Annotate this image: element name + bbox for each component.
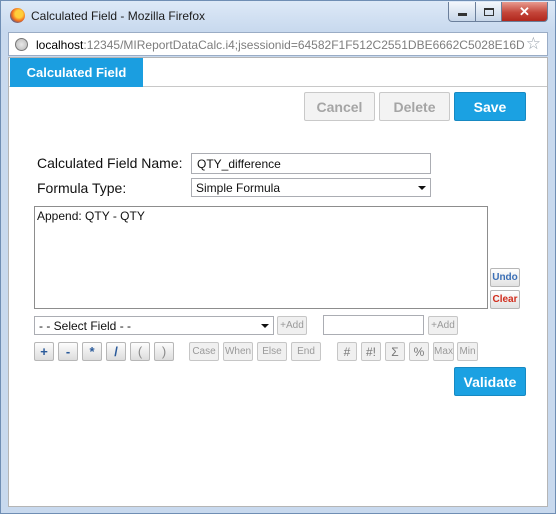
select-field-value: - - Select Field - - bbox=[39, 319, 132, 333]
sum-button[interactable]: Σ bbox=[385, 342, 405, 361]
url-host: localhost bbox=[36, 38, 84, 52]
case-button[interactable]: Case bbox=[189, 342, 219, 361]
select-field-dropdown[interactable]: - - Select Field - - bbox=[34, 316, 274, 335]
plus-button[interactable]: + bbox=[34, 342, 54, 361]
close-paren-button[interactable]: ) bbox=[154, 342, 174, 361]
close-icon: ✕ bbox=[519, 3, 530, 19]
chevron-down-icon bbox=[261, 324, 269, 328]
count-distinct-button[interactable]: #! bbox=[361, 342, 381, 361]
formula-type-value: Simple Formula bbox=[196, 181, 281, 195]
globe-icon bbox=[15, 38, 28, 51]
bookmark-star-icon[interactable]: ☆ bbox=[526, 34, 541, 54]
formula-type-label: Formula Type: bbox=[37, 180, 127, 196]
minimize-icon bbox=[457, 13, 467, 16]
constant-input[interactable] bbox=[323, 315, 424, 335]
multiply-button[interactable]: * bbox=[82, 342, 102, 361]
maximize-icon bbox=[483, 7, 494, 16]
validate-button[interactable]: Validate bbox=[454, 367, 526, 396]
max-button[interactable]: Max bbox=[433, 342, 454, 361]
end-button[interactable]: End bbox=[291, 342, 321, 361]
minus-button[interactable]: - bbox=[58, 342, 78, 361]
close-button[interactable]: ✕ bbox=[501, 2, 548, 22]
add-field-button[interactable]: +Add bbox=[277, 316, 307, 335]
page-content: Calculated Field Cancel Delete Save Calc… bbox=[8, 57, 548, 507]
cancel-button[interactable]: Cancel bbox=[304, 92, 375, 121]
formula-textarea[interactable]: Append: QTY - QTY bbox=[34, 206, 488, 309]
add-constant-button[interactable]: +Add bbox=[428, 316, 458, 335]
when-button[interactable]: When bbox=[223, 342, 253, 361]
save-button[interactable]: Save bbox=[454, 92, 526, 121]
min-button[interactable]: Min bbox=[457, 342, 478, 361]
tab-calculated-field[interactable]: Calculated Field bbox=[10, 58, 143, 87]
window-title: Calculated Field - Mozilla Firefox bbox=[31, 9, 206, 23]
formula-type-select[interactable]: Simple Formula bbox=[191, 178, 431, 197]
clear-button[interactable]: Clear bbox=[490, 290, 520, 309]
field-name-input[interactable] bbox=[191, 153, 431, 174]
firefox-logo-icon bbox=[10, 8, 25, 23]
url-path: :12345/MIReportDataCalc.i4;jsessionid=64… bbox=[83, 38, 525, 52]
maximize-button[interactable] bbox=[475, 2, 502, 22]
title-bar: Calculated Field - Mozilla Firefox ✕ bbox=[1, 1, 555, 31]
browser-window: Calculated Field - Mozilla Firefox ✕ loc… bbox=[0, 0, 556, 514]
open-paren-button[interactable]: ( bbox=[130, 342, 150, 361]
undo-button[interactable]: Undo bbox=[490, 268, 520, 287]
chevron-down-icon bbox=[418, 186, 426, 190]
delete-button[interactable]: Delete bbox=[379, 92, 450, 121]
count-button[interactable]: # bbox=[337, 342, 357, 361]
minimize-button[interactable] bbox=[448, 2, 476, 22]
field-name-label: Calculated Field Name: bbox=[37, 155, 183, 171]
url-text: localhost:12345/MIReportDataCalc.i4;jses… bbox=[36, 38, 525, 52]
else-button[interactable]: Else bbox=[257, 342, 287, 361]
tab-strip: Calculated Field bbox=[9, 58, 547, 87]
divide-button[interactable]: / bbox=[106, 342, 126, 361]
url-bar[interactable]: localhost:12345/MIReportDataCalc.i4;jses… bbox=[8, 32, 548, 56]
percent-button[interactable]: % bbox=[409, 342, 429, 361]
